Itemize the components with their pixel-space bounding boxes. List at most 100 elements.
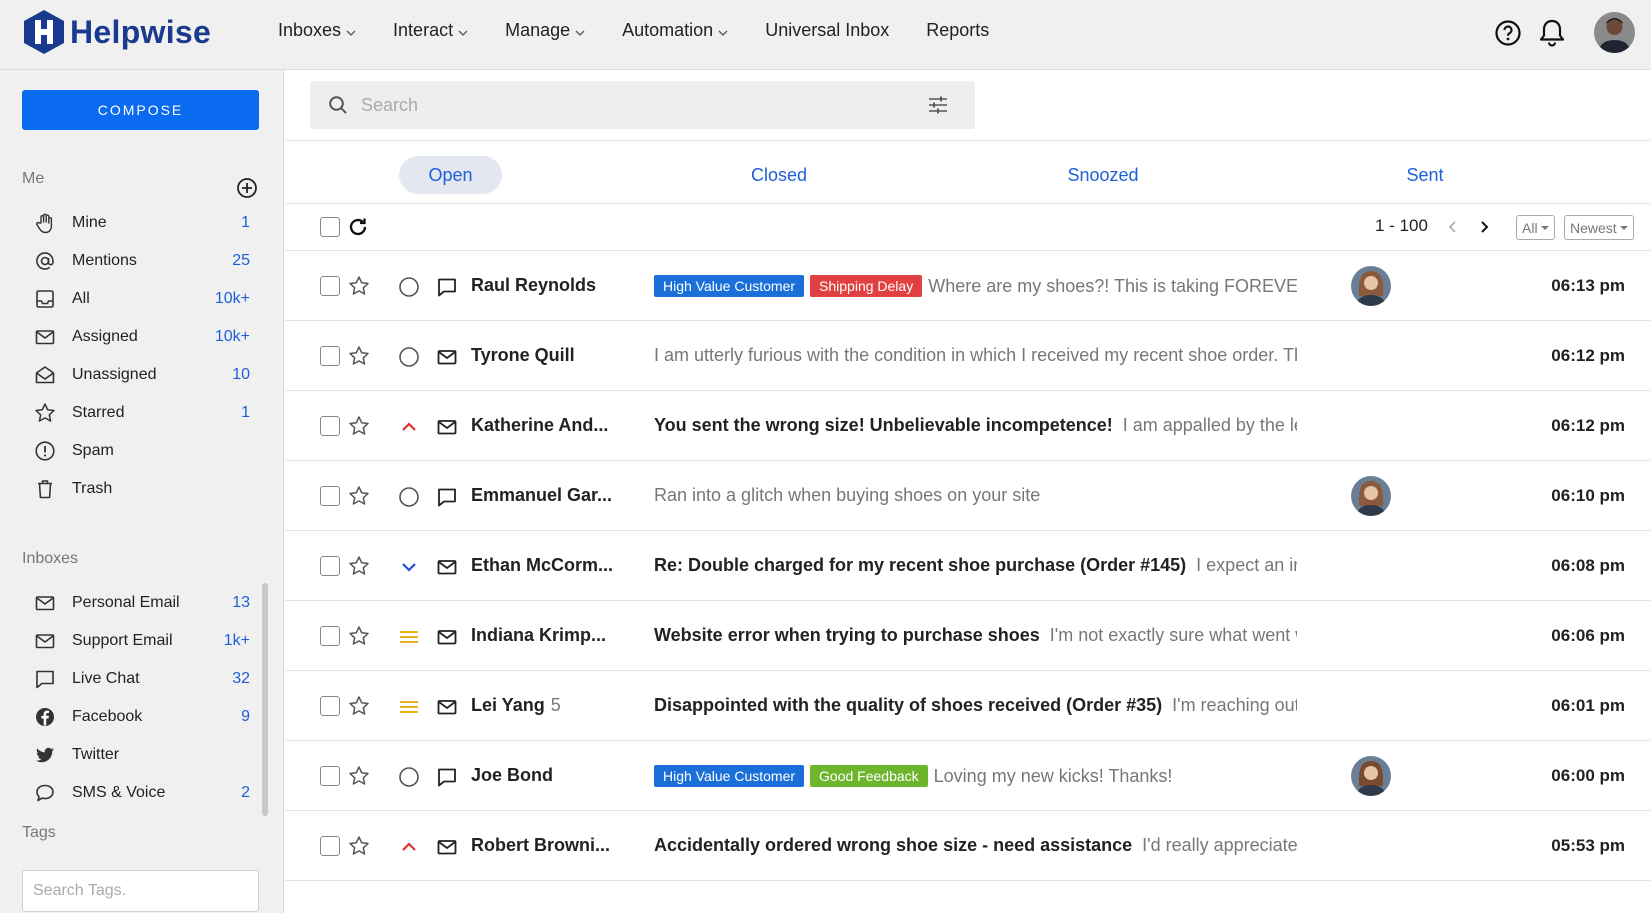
star-icon[interactable] xyxy=(348,275,370,297)
assignee-avatar[interactable] xyxy=(1351,266,1391,306)
conversation-tag[interactable]: High Value Customer xyxy=(654,765,805,787)
nav-automation[interactable]: Automation xyxy=(622,20,728,41)
conversation-tag[interactable]: High Value Customer xyxy=(654,275,805,297)
sidebar-item-assigned[interactable]: Assigned 10k+ xyxy=(34,317,250,357)
filter-dropdown[interactable]: All xyxy=(1516,215,1555,240)
tab-closed[interactable]: Closed xyxy=(719,156,839,194)
helpwise-logo[interactable]: Helpwise xyxy=(21,9,211,55)
row-checkbox[interactable] xyxy=(320,556,340,576)
sidebar-item-live-chat[interactable]: Live Chat 32 xyxy=(34,659,250,699)
user-avatar[interactable] xyxy=(1594,12,1635,53)
select-all-checkbox[interactable] xyxy=(320,217,340,237)
sidebar-item-sms-voice[interactable]: SMS & Voice 2 xyxy=(34,773,250,813)
status-open-circle-icon[interactable] xyxy=(398,276,420,298)
conversation-row[interactable]: Robert Browni... Accidentally ordered wro… xyxy=(285,811,1651,881)
refresh-icon[interactable] xyxy=(347,216,369,238)
conversation-row[interactable]: Tyrone Quill I am utterly furious with th… xyxy=(285,321,1651,391)
conversation-sender: Ethan McCorm... xyxy=(471,555,613,576)
conversation-row[interactable]: Raul Reynolds High Value Customer Shipping… xyxy=(285,251,1651,321)
star-icon[interactable] xyxy=(348,625,370,647)
at-icon xyxy=(36,252,54,270)
row-checkbox[interactable] xyxy=(320,626,340,646)
status-open-circle-icon[interactable] xyxy=(398,346,420,368)
bell-icon[interactable] xyxy=(1539,18,1565,48)
conversation-tag[interactable]: Good Feedback xyxy=(810,765,928,787)
conversation-status[interactable] xyxy=(398,626,420,648)
star-icon[interactable] xyxy=(348,415,370,437)
conversation-row[interactable]: Emmanuel Gar... Ran into a glitch when bu… xyxy=(285,461,1651,531)
row-checkbox[interactable] xyxy=(320,836,340,856)
compose-button[interactable]: COMPOSE xyxy=(22,90,259,130)
priority-high-icon[interactable] xyxy=(398,416,420,438)
nav-manage[interactable]: Manage xyxy=(505,20,585,41)
row-checkbox[interactable] xyxy=(320,276,340,296)
sidebar-item-twitter[interactable]: Twitter xyxy=(34,735,250,775)
row-checkbox[interactable] xyxy=(320,486,340,506)
assignee-avatar[interactable] xyxy=(1351,476,1391,516)
conversation-tag[interactable]: Shipping Delay xyxy=(810,275,923,297)
help-icon[interactable] xyxy=(1494,19,1522,47)
status-open-circle-icon[interactable] xyxy=(398,766,420,788)
star-icon[interactable] xyxy=(348,555,370,577)
row-checkbox[interactable] xyxy=(320,696,340,716)
priority-medium-icon[interactable] xyxy=(398,696,420,718)
speech-bubble-icon xyxy=(36,784,54,802)
sidebar-item-support-email[interactable]: Support Email 1k+ xyxy=(34,621,250,661)
conversation-status[interactable] xyxy=(398,486,420,508)
helpwise-logo-icon xyxy=(24,10,64,54)
star-icon[interactable] xyxy=(348,345,370,367)
chevron-right-icon[interactable] xyxy=(1478,220,1490,234)
row-checkbox[interactable] xyxy=(320,416,340,436)
conversation-status[interactable] xyxy=(398,416,420,438)
row-checkbox[interactable] xyxy=(320,346,340,366)
status-open-circle-icon[interactable] xyxy=(398,486,420,508)
sidebar-item-mentions[interactable]: Mentions 25 xyxy=(34,241,250,281)
conversation-status[interactable] xyxy=(398,766,420,788)
conversation-status[interactable] xyxy=(398,556,420,578)
star-icon[interactable] xyxy=(348,765,370,787)
filter-sliders-icon[interactable] xyxy=(927,95,949,115)
sidebar-item-all[interactable]: All 10k+ xyxy=(34,279,250,319)
conversation-status[interactable] xyxy=(398,696,420,718)
conversation-status[interactable] xyxy=(398,836,420,858)
priority-low-icon[interactable] xyxy=(398,556,420,578)
sidebar-item-unassigned[interactable]: Unassigned 10 xyxy=(34,355,250,395)
conversation-row[interactable]: Indiana Krimp... Website error when tryin… xyxy=(285,601,1651,671)
conversation-time: 06:12 pm xyxy=(1551,416,1625,435)
nav-inboxes[interactable]: Inboxes xyxy=(278,20,356,41)
add-circle-icon[interactable] xyxy=(236,177,258,199)
sidebar-item-count: 9 xyxy=(241,708,250,725)
star-icon[interactable] xyxy=(348,485,370,507)
sidebar-item-mine[interactable]: Mine 1 xyxy=(34,203,250,243)
sidebar-item-personal-email[interactable]: Personal Email 13 xyxy=(34,583,250,623)
conversation-preview: I'm reaching out t xyxy=(1172,695,1297,715)
conversation-row[interactable]: Joe Bond High Value Customer Good Feedback… xyxy=(285,741,1651,811)
sidebar-item-trash[interactable]: Trash xyxy=(34,469,250,509)
conversation-status[interactable] xyxy=(398,346,420,368)
assignee-avatar[interactable] xyxy=(1351,756,1391,796)
tab-snoozed[interactable]: Snoozed xyxy=(1035,156,1171,194)
conversation-row[interactable]: Lei Yang 5 Disappointed with the quality o… xyxy=(285,671,1651,741)
nav-interact[interactable]: Interact xyxy=(393,20,468,41)
sidebar-scrollbar[interactable] xyxy=(262,583,268,816)
star-icon[interactable] xyxy=(348,695,370,717)
sidebar-item-starred[interactable]: Starred 1 xyxy=(34,393,250,433)
nav-reports[interactable]: Reports xyxy=(926,20,989,41)
tags-search-input[interactable] xyxy=(22,870,259,912)
sidebar-item-facebook[interactable]: Facebook 9 xyxy=(34,697,250,737)
conversation-row[interactable]: Katherine And... You sent the wrong size!… xyxy=(285,391,1651,461)
sort-dropdown[interactable]: Newest xyxy=(1564,215,1634,240)
priority-high-icon[interactable] xyxy=(398,836,420,858)
sidebar-item-spam[interactable]: Spam xyxy=(34,431,250,471)
conversation-status[interactable] xyxy=(398,276,420,298)
star-icon[interactable] xyxy=(348,835,370,857)
chevron-left-icon[interactable] xyxy=(1447,220,1459,234)
inbox-tray-icon xyxy=(36,290,54,308)
tab-sent[interactable]: Sent xyxy=(1375,156,1475,194)
tab-open[interactable]: Open xyxy=(399,156,502,194)
search-input[interactable] xyxy=(361,90,921,120)
row-checkbox[interactable] xyxy=(320,766,340,786)
conversation-row[interactable]: Ethan McCorm... Re: Double charged for my… xyxy=(285,531,1651,601)
nav-universal-inbox[interactable]: Universal Inbox xyxy=(765,20,889,41)
priority-medium-icon[interactable] xyxy=(398,626,420,648)
